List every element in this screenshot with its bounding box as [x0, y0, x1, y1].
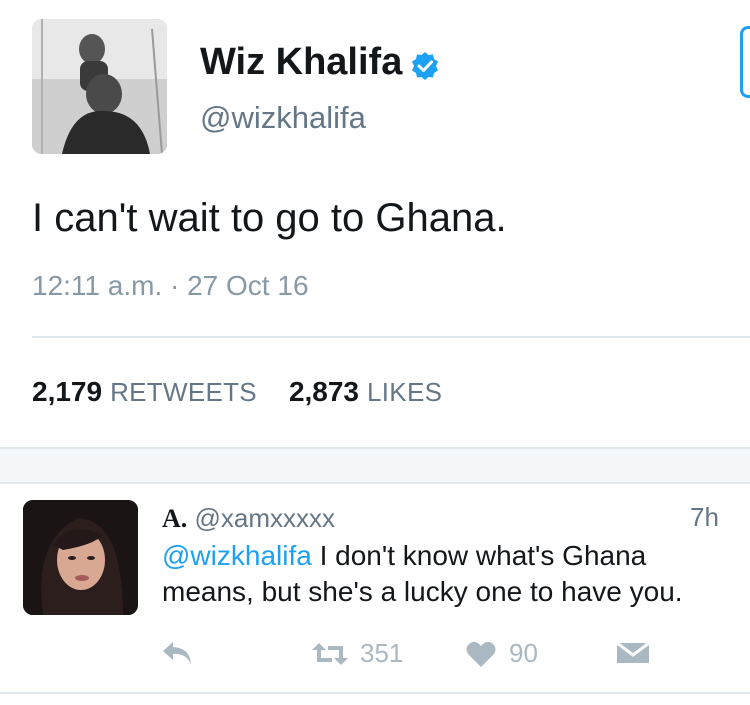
retweets-count[interactable]: 2,179	[32, 376, 102, 408]
heart-icon	[465, 639, 497, 669]
like-button[interactable]: 90	[465, 638, 538, 669]
reply-header: A. @xamxxxxx	[162, 503, 335, 534]
tweet-timestamp[interactable]: 12:11 a.m. · 27 Oct 16	[32, 270, 309, 302]
follow-button[interactable]	[740, 26, 750, 98]
dm-button[interactable]	[615, 638, 651, 668]
retweet-button[interactable]: 351	[310, 638, 403, 669]
reply-author-handle[interactable]: @xamxxxxx	[195, 503, 336, 533]
reply-arrow-icon	[160, 638, 194, 668]
likes-count[interactable]: 2,873	[289, 376, 359, 408]
tweet-stats: 2,179 RETWEETS 2,873 LIKES	[32, 376, 474, 408]
envelope-icon	[615, 638, 651, 668]
reply-author-name[interactable]: A.	[162, 504, 187, 533]
reply-time[interactable]: 7h	[690, 502, 719, 533]
divider	[0, 692, 750, 694]
reply-retweet-count: 351	[360, 638, 404, 668]
divider	[32, 336, 750, 338]
verified-badge-icon	[410, 48, 440, 80]
tweet-text: I can't wait to go to Ghana.	[32, 196, 507, 240]
reply-avatar[interactable]	[23, 500, 138, 615]
reply-text: @wizkhalifa I don't know what's Ghana me…	[162, 538, 722, 610]
section-separator	[0, 447, 750, 484]
reply-button[interactable]	[160, 638, 194, 668]
author-handle[interactable]: @wizkhalifa	[200, 100, 366, 136]
reply-actions: 351 90	[160, 638, 680, 678]
author-name-row[interactable]: Wiz Khalifa	[200, 41, 440, 84]
retweets-label[interactable]: RETWEETS	[110, 377, 257, 408]
reply-like-count: 90	[509, 638, 538, 668]
author-name[interactable]: Wiz Khalifa	[200, 41, 402, 84]
reply-mention[interactable]: @wizkhalifa	[162, 540, 312, 571]
author-avatar[interactable]	[32, 19, 167, 154]
likes-label[interactable]: LIKES	[367, 377, 442, 408]
retweet-icon	[310, 639, 350, 669]
